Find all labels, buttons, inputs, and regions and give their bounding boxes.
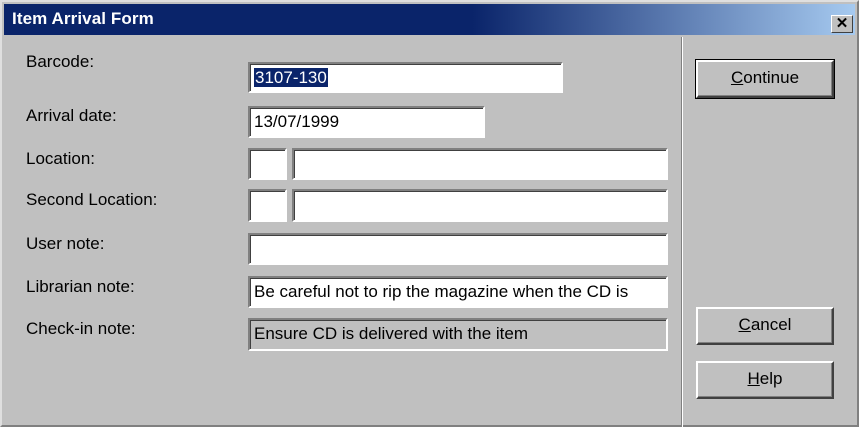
vertical-divider <box>681 37 683 427</box>
user-note-field[interactable] <box>248 233 668 265</box>
second-location-code-field[interactable] <box>248 189 287 222</box>
help-rest: elp <box>759 369 783 388</box>
barcode-label: Barcode: <box>26 52 95 71</box>
window-title: Item Arrival Form <box>12 9 154 28</box>
barcode-value: 3107-130 <box>254 68 328 87</box>
checkin-note-field: Ensure CD is delivered with the item <box>248 318 668 351</box>
item-arrival-dialog: Item Arrival Form ✕ Barcode: 3107-130 Ar… <box>0 0 859 427</box>
librarian-note-label: Librarian note: <box>26 277 135 296</box>
second-location-label: Second Location: <box>26 190 158 209</box>
continue-rest: ontinue <box>743 68 800 87</box>
second-location-field[interactable] <box>292 189 668 222</box>
cancel-rest: ancel <box>750 315 792 334</box>
help-button[interactable]: Help <box>696 361 834 399</box>
librarian-note-field[interactable]: Be careful not to rip the magazine when … <box>248 276 668 308</box>
location-field[interactable] <box>292 148 668 180</box>
arrival-date-field[interactable]: 13/07/1999 <box>248 106 485 138</box>
location-code-field[interactable] <box>248 148 287 180</box>
continue-button[interactable]: Continue <box>695 59 835 99</box>
close-icon[interactable]: ✕ <box>831 15 853 33</box>
user-note-label: User note: <box>26 234 105 253</box>
cancel-button[interactable]: Cancel <box>696 307 834 345</box>
continue-accel: C <box>730 68 744 87</box>
location-label: Location: <box>26 149 95 168</box>
title-bar[interactable]: Item Arrival Form <box>4 4 855 35</box>
arrival-date-label: Arrival date: <box>26 106 117 125</box>
help-accel: H <box>747 369 760 388</box>
cancel-accel: C <box>738 315 751 334</box>
checkin-note-label: Check-in note: <box>26 319 136 338</box>
barcode-field[interactable]: 3107-130 <box>248 62 563 93</box>
